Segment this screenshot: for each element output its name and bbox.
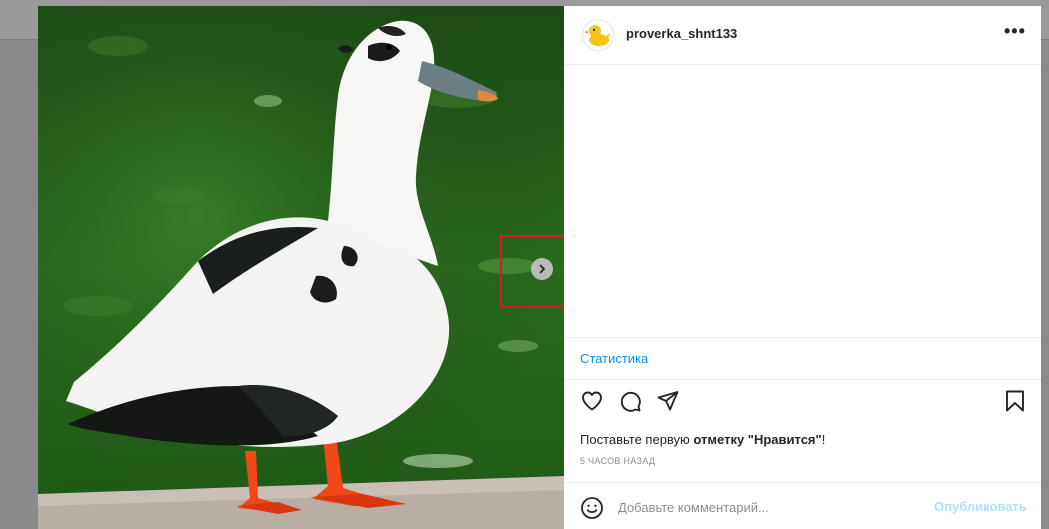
comment-button[interactable] [618, 389, 642, 418]
comment-input[interactable] [618, 496, 918, 518]
like-button[interactable] [580, 389, 604, 418]
duck-photo [38, 6, 564, 529]
emoji-button[interactable] [580, 496, 604, 525]
likes-prefix: Поставьте первую [580, 432, 694, 447]
post-timestamp[interactable]: 5 ЧАСОВ НАЗАД [580, 456, 655, 466]
likes-suffix: ! [821, 432, 826, 447]
publish-button[interactable]: Опубликовать [934, 499, 1027, 514]
more-options-button[interactable]: ••• [1004, 21, 1026, 42]
post-sidebar: proverka_shnt133 ••• Статистика Поставьт… [564, 6, 1041, 529]
insights-row: Статистика [564, 337, 1041, 380]
heart-icon [582, 391, 602, 411]
action-bar [564, 389, 1041, 419]
avatar[interactable] [582, 19, 614, 51]
post-username[interactable]: proverka_shnt133 [626, 26, 737, 41]
likes-summary: Поставьте первую отметку "Нравится"! [580, 432, 825, 447]
duck-avatar-icon [584, 25, 610, 46]
post-image [38, 6, 564, 529]
paper-plane-icon [657, 391, 679, 411]
likes-link[interactable]: отметку "Нравится" [693, 432, 821, 447]
view-insights-link[interactable]: Статистика [580, 351, 648, 366]
share-button[interactable] [656, 389, 680, 418]
smiley-icon [581, 497, 603, 519]
post-modal: proverka_shnt133 ••• Статистика Поставьт… [38, 6, 1041, 529]
comment-icon [620, 391, 641, 412]
post-header: proverka_shnt133 ••• [564, 6, 1041, 65]
comment-form: Опубликовать [564, 482, 1041, 529]
save-button[interactable] [1004, 389, 1026, 418]
bookmark-icon [1006, 390, 1024, 412]
